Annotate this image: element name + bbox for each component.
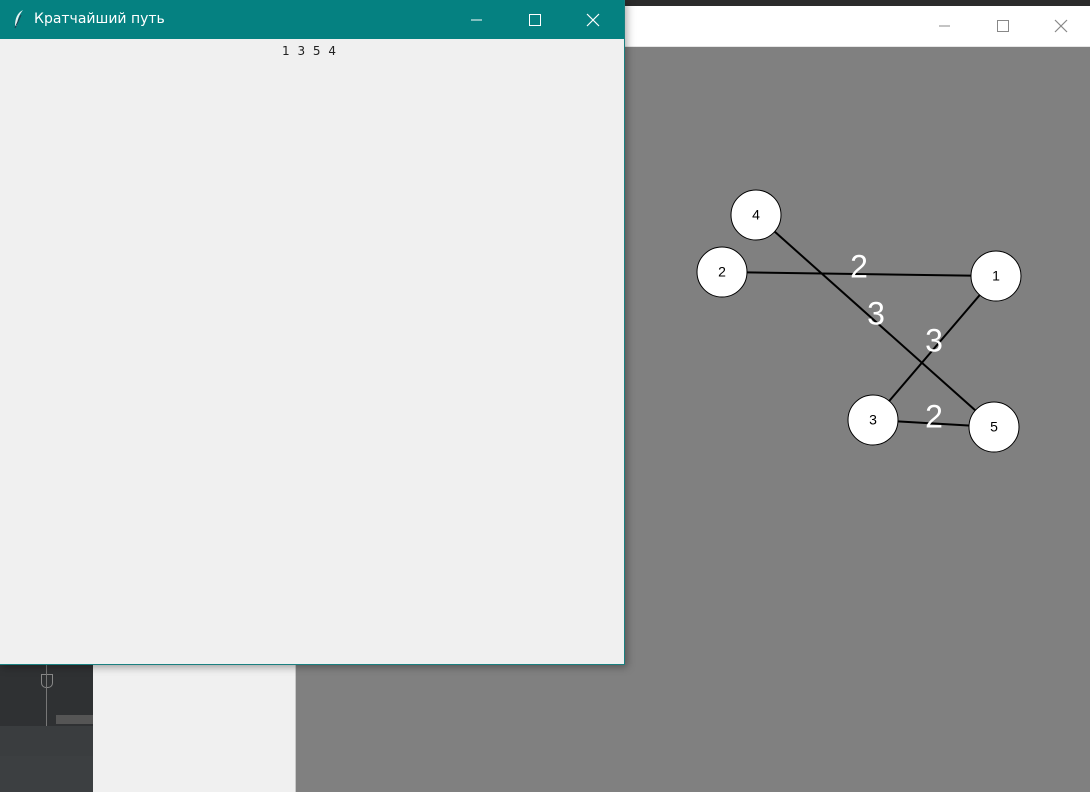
feather-icon (14, 10, 23, 29)
close-icon (586, 13, 600, 27)
close-icon (1054, 19, 1068, 33)
edge-weight-label: 3 (925, 322, 943, 358)
maximize-button[interactable] (974, 6, 1032, 46)
close-button[interactable] (564, 0, 622, 40)
graph-node-label: 4 (752, 207, 760, 223)
close-button[interactable] (1032, 6, 1090, 46)
maximize-button[interactable] (506, 0, 564, 40)
graph-node-label: 5 (990, 419, 998, 435)
minimize-icon (471, 19, 482, 21)
maximize-icon (997, 20, 1009, 32)
minimize-icon (939, 25, 950, 27)
graph-node[interactable]: 2 (696, 246, 748, 298)
background-row (0, 726, 93, 756)
shortest-path-result: 1 3 5 4 (282, 44, 338, 58)
shortest-path-window: Кратчайший путь 1 3 5 4 (0, 0, 625, 665)
graph-node[interactable]: 3 (847, 394, 899, 446)
graph-node[interactable]: 4 (730, 189, 782, 241)
maximize-icon (529, 14, 541, 26)
edge-weight-label: 2 (850, 248, 868, 284)
graph-node-label: 2 (718, 264, 726, 280)
graph-node-label: 1 (992, 268, 1000, 284)
minimize-button[interactable] (448, 0, 506, 40)
graph-node-label: 3 (869, 412, 877, 428)
graph-node[interactable]: 1 (970, 250, 1022, 302)
graph-node[interactable]: 5 (968, 401, 1020, 453)
window-title: Кратчайший путь (34, 11, 165, 27)
minimize-button[interactable] (916, 6, 974, 46)
edge-weight-label: 3 (867, 295, 885, 331)
background-row (0, 756, 93, 792)
background-ide-panel (0, 664, 93, 792)
result-window-titlebar[interactable]: Кратчайший путь (0, 0, 624, 39)
bookmark-icon (41, 674, 53, 688)
background-window-panel (93, 664, 296, 792)
tree-line (46, 664, 47, 726)
scrollbar-thumb[interactable] (56, 715, 93, 724)
edge-weight-label: 2 (925, 398, 943, 434)
